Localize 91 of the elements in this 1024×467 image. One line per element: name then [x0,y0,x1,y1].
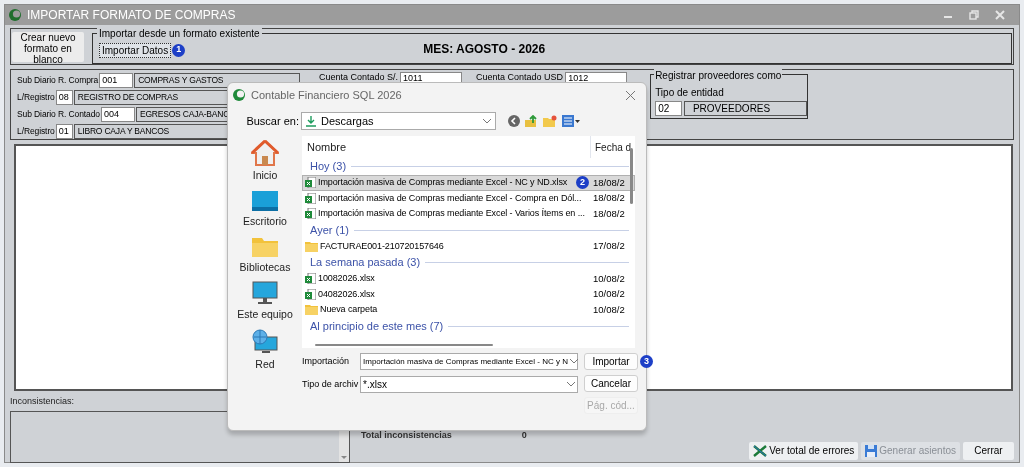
folder-icon [251,235,279,258]
field-label: Inconsistencias: [10,395,76,408]
house-icon [251,140,279,166]
action-button[interactable]: Ver total de errores [749,441,859,460]
file-name-field[interactable]: Importación masiva de Compras mediante Excel - NC y N [360,353,578,370]
view-menu-icon[interactable] [562,115,580,127]
file-row[interactable]: Importación masiva de Compras mediante Excel - NC y ND.xlsx 2 18/08/2 [302,175,635,191]
file-name: 04082026.xlsx [318,287,375,301]
close-icon[interactable] [626,90,635,100]
field-label: Sub Diario R. Compra [17,73,99,87]
code-field[interactable]: 004 [100,106,135,122]
group-title: Registrar proveedores como [654,68,783,83]
file-row[interactable]: 10082026.xlsx 10/08/2 [302,271,635,287]
name-field: PROVEEDORES [683,101,808,116]
dialog-button[interactable]: Importar [584,353,638,370]
field-label: Cuenta Contado USD [476,72,564,83]
file-name: Importación masiva de Compras mediante Excel - Varios Ítems en ... [318,207,585,220]
place-label[interactable]: Red [255,357,275,373]
group-header[interactable]: Al principio de este mes (7) [310,317,444,335]
place-label[interactable]: Escritorio [243,213,287,230]
import-data-button[interactable]: Importar Datos [99,43,172,58]
total-label: Total inconsistencias [361,429,452,442]
desktop-icon [251,189,279,212]
group-header[interactable]: La semana pasada (3) [310,254,421,271]
file-date: 18/08/2 [592,191,625,206]
spreadsheet-file-icon [305,177,316,189]
up-folder-icon[interactable] [525,114,538,128]
file-type-dropdown[interactable]: *.xlsx [360,376,578,393]
file-date: 10/08/2 [592,302,625,317]
file-row[interactable]: Importación masiva de Compras mediante Excel - Varios Ítems en ... 18/08/2 [302,206,635,222]
field-label: Sub Diario R. Contado [17,107,100,121]
field-label: Tipo de archiv [302,377,360,391]
app-logo-icon [9,9,21,21]
field-label: L/Registro [17,124,55,138]
horizontal-scrollbar[interactable] [315,344,493,346]
monitor-icon [251,281,279,306]
group-title: Importar desde un formato existente [97,26,262,41]
new-format-button[interactable]: Crear nuevo formato en blanco [12,31,84,62]
place-label[interactable]: Bibliotecas [239,259,291,276]
file-date: 17/08/2 [592,239,625,254]
code-field[interactable]: 001 [99,72,134,88]
spreadsheet-file-icon [305,273,316,285]
file-name: Importación masiva de Compras mediante Excel - NC y ND.xlsx [318,176,568,189]
file-date: 18/08/2 [592,206,625,221]
spreadsheet-file-icon [305,192,316,204]
chevron-down-icon [569,359,578,364]
code-field[interactable]: 02 [655,101,682,116]
step-badge: 2 [576,176,589,190]
file-date: 10/08/2 [592,271,625,286]
field-label: Cuenta Contado S/. [319,72,399,83]
file-name: 10082026.xlsx [318,272,375,285]
file-row[interactable]: Nueva carpeta 10/08/2 [302,302,635,318]
back-icon[interactable] [508,115,520,127]
month-label: MES: AGOSTO - 2026 [423,40,546,58]
field-label: Importación [302,354,351,368]
scroll-down-icon[interactable] [341,455,347,459]
group-header[interactable]: Hoy (3) [310,158,347,175]
field-label: Tipo de entidad [655,86,725,100]
folder-icon [305,304,318,316]
field-label: L/Registro [17,90,55,104]
restore-icon[interactable] [969,10,979,20]
vertical-scrollbar[interactable] [630,148,633,204]
download-icon [306,115,316,127]
place-label[interactable]: Inicio [252,168,278,184]
file-date: 10/08/2 [592,287,625,302]
dialog-button[interactable]: Cancelar [584,375,638,392]
look-in-dropdown[interactable]: Descargas [301,112,496,130]
new-folder-icon[interactable] [543,115,557,127]
chevron-down-icon [567,382,575,387]
chevron-down-icon [483,118,491,124]
code-field[interactable]: 08 [55,89,73,105]
folder-icon [305,240,318,252]
group-header[interactable]: Ayer (1) [310,221,349,239]
file-row[interactable]: FACTURAE001-210720157646 17/08/2 [302,238,635,254]
action-button[interactable]: Cerrar [963,441,1014,460]
file-name: FACTURAE001-210720157646 [320,239,444,253]
file-name: Importación masiva de Compras mediante Excel - Compra en Dól... [318,191,582,205]
file-name: Nueva carpeta [320,303,378,316]
file-row[interactable]: 04082026.xlsx 10/08/2 [302,286,635,302]
window-title: IMPORTAR FORMATO DE COMPRAS [27,7,236,24]
network-computer-icon [251,329,279,355]
spreadsheet-file-icon [305,288,316,300]
spreadsheet-file-icon [305,208,316,220]
total-value: 0 [521,429,527,442]
column-header[interactable]: Nombre [302,138,590,156]
place-label[interactable]: Este equipo [237,307,293,323]
code-field[interactable]: 01 [55,123,73,139]
app-logo-icon [233,89,245,101]
step-badge: 1 [172,43,186,57]
file-date: 18/08/2 [592,175,625,190]
file-row[interactable]: Importación masiva de Compras mediante Excel - Compra en Dól... 18/08/2 [302,190,635,206]
